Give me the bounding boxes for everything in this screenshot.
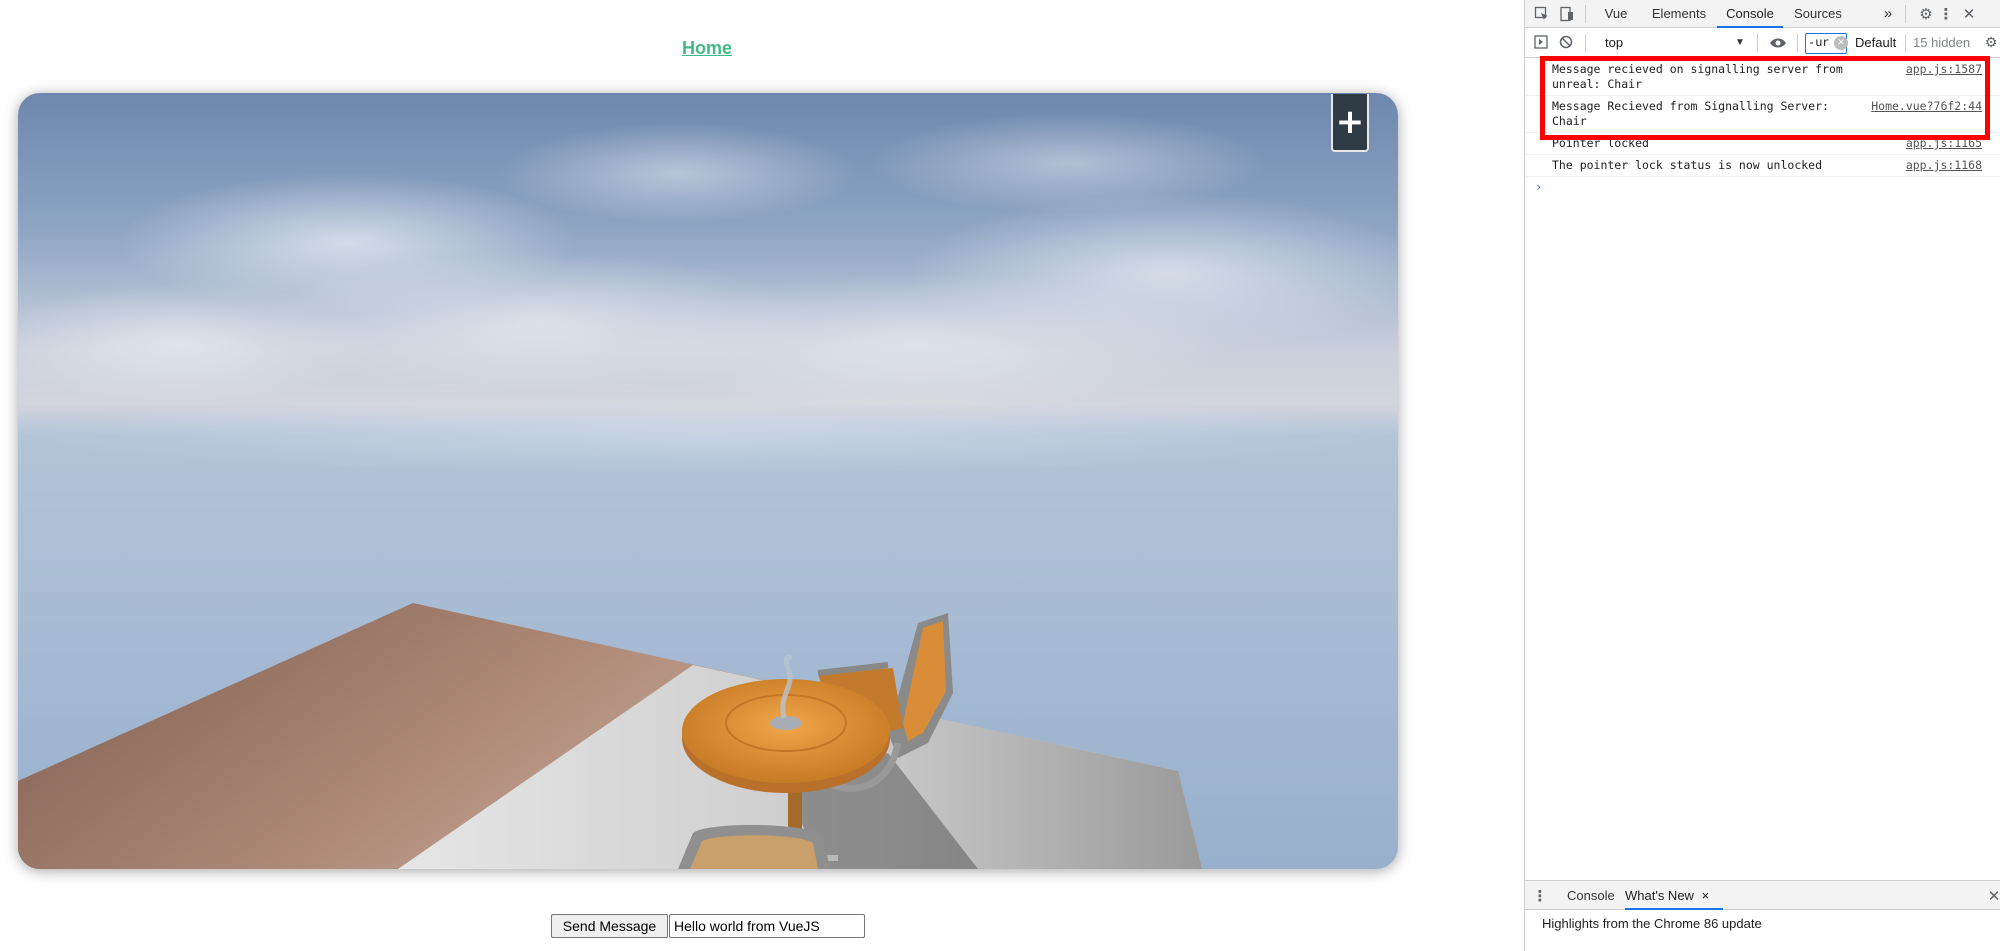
chevron-down-icon: ▼ <box>1735 37 1745 48</box>
more-tabs-button[interactable]: » <box>1879 0 1897 28</box>
drawer-tab-label: What's New <box>1625 888 1694 903</box>
hidden-messages-count: 15 hidden <box>1913 35 1971 50</box>
devtools-panel: Vue Elements Console Sources » ⚙ ⋮ ✕ top… <box>1524 0 2000 951</box>
device-toolbar-icon[interactable] <box>1557 4 1577 24</box>
drawer-tab-bar: ⋮ Console What's New × ✕ <box>1525 880 2000 910</box>
devtools-tab-bar: Vue Elements Console Sources » ⚙ ⋮ ✕ <box>1525 0 2000 28</box>
drawer-menu-icon[interactable]: ⋮ <box>1533 886 1548 906</box>
drawer-tab-whats-new[interactable]: What's New × <box>1625 881 1723 910</box>
scene-image <box>18 93 1398 869</box>
clear-filter-icon[interactable]: ✕ <box>1834 36 1848 50</box>
send-message-button[interactable]: Send Message <box>551 914 668 938</box>
settings-gear-icon[interactable]: ⚙ <box>1916 4 1936 24</box>
console-log-entry: The pointer lock status is now unlocked … <box>1525 155 2000 177</box>
context-selector[interactable]: top <box>1599 33 1749 53</box>
close-devtools-icon[interactable]: ✕ <box>1959 4 1979 24</box>
clear-console-icon[interactable] <box>1557 33 1575 51</box>
sidebar-toggle-icon[interactable] <box>1532 33 1550 51</box>
tab-elements[interactable]: Elements <box>1645 0 1713 28</box>
console-settings-gear-icon[interactable]: ⚙ <box>1983 34 1999 52</box>
message-controls: Send Message <box>551 914 865 938</box>
close-tab-icon[interactable]: × <box>1702 888 1710 903</box>
drawer-tab-console[interactable]: Console <box>1567 881 1615 910</box>
log-levels-dropdown[interactable]: Default <box>1855 33 1896 53</box>
inspect-element-icon[interactable] <box>1532 4 1552 24</box>
tab-sources[interactable]: Sources <box>1787 0 1849 28</box>
tab-vue[interactable]: Vue <box>1595 0 1637 28</box>
home-link[interactable]: Home <box>682 38 732 58</box>
web-page: Home + Send Message Hello world from Vue… <box>0 0 1524 951</box>
nav-bar: Home <box>0 38 1414 59</box>
close-drawer-icon[interactable]: ✕ <box>1987 886 2000 906</box>
live-expression-eye-icon[interactable] <box>1767 34 1789 52</box>
tab-console[interactable]: Console <box>1717 0 1783 28</box>
log-message: The pointer lock status is now unlocked <box>1552 158 1823 172</box>
video-stream-viewport[interactable] <box>18 93 1398 869</box>
console-prompt[interactable]: › <box>1535 180 1542 194</box>
whats-new-headline: Highlights from the Chrome 86 update <box>1542 916 1762 931</box>
log-source-link[interactable]: app.js:1168 <box>1906 158 1982 173</box>
kebab-menu-icon[interactable]: ⋮ <box>1939 4 1954 24</box>
add-button[interactable]: + <box>1331 94 1369 152</box>
highlight-annotation-box <box>1540 56 1990 140</box>
message-input[interactable] <box>669 914 865 938</box>
